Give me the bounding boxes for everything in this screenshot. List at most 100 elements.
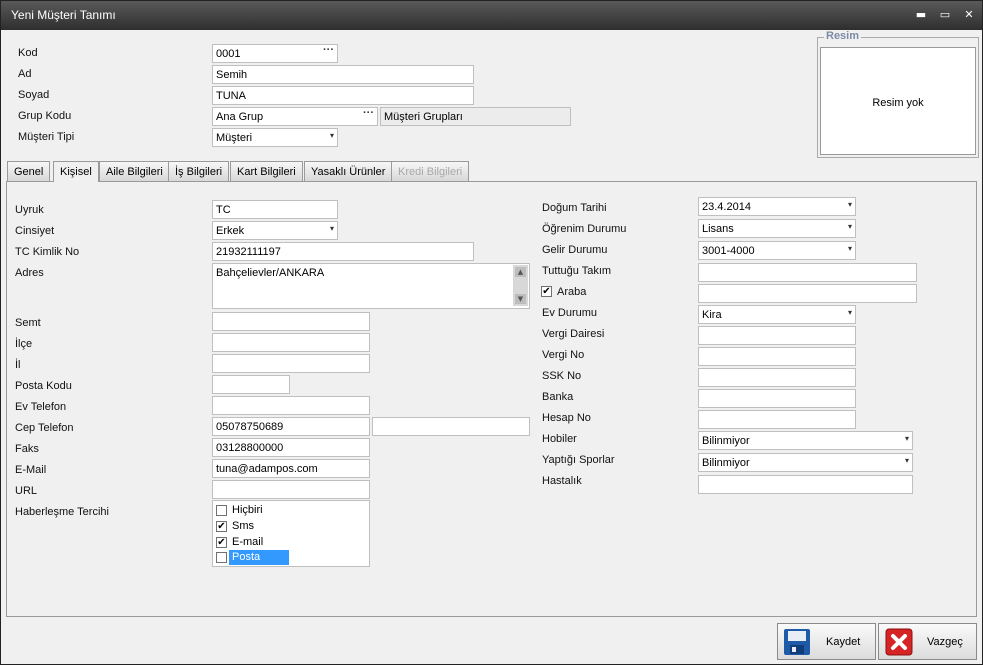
cinsiyet-label: Cinsiyet (15, 225, 55, 237)
faks-input[interactable]: 03128800000 (212, 438, 370, 457)
tab-is-bilgileri[interactable]: İş Bilgileri (168, 161, 230, 181)
sporlar-value: Bilinmiyor (702, 457, 750, 469)
ilce-input[interactable] (212, 333, 370, 352)
gelir-value: 3001-4000 (702, 245, 755, 257)
floppy-disk-icon (784, 629, 810, 655)
vergi-no-input[interactable] (698, 347, 856, 366)
ev-telefon-input[interactable] (212, 396, 370, 415)
il-label: İl (15, 359, 21, 371)
customer-window: Yeni Müşteri Tanımı ▬ ▭ ✕ Kod 0001 ··· A… (0, 0, 983, 665)
tab-kart-bilgileri[interactable]: Kart Bilgileri (230, 161, 303, 181)
url-label: URL (15, 485, 38, 497)
scroll-down-icon[interactable]: ▼ (515, 294, 526, 304)
vergi-dairesi-input[interactable] (698, 326, 856, 345)
chevron-down-icon: ▾ (329, 131, 334, 140)
chevron-down-icon: ▾ (329, 224, 334, 233)
dogum-tarihi-label: Doğum Tarihi (542, 202, 607, 214)
tab-kredi-bilgileri: Kredi Bilgileri (391, 161, 470, 181)
semt-input[interactable] (212, 312, 370, 331)
tab-yasakli-urunler[interactable]: Yasaklı Ürünler (304, 161, 393, 181)
cancel-button-label: Vazgeç (927, 636, 963, 648)
ogrenim-value: Lisans (702, 223, 734, 235)
ssk-label: SSK No (542, 370, 582, 382)
ev-durumu-select[interactable]: Kira ▾ (698, 305, 856, 324)
tab-genel[interactable]: Genel (7, 161, 51, 181)
email-input[interactable]: tuna@adampos.com (212, 459, 370, 478)
tc-kimlik-label: TC Kimlik No (15, 246, 80, 258)
faks-label: Faks (15, 443, 39, 455)
posta-label: Posta (229, 550, 289, 565)
semt-label: Semt (15, 317, 41, 329)
musteri-tipi-select[interactable]: Müşteri ▾ (212, 128, 338, 147)
banka-input[interactable] (698, 389, 856, 408)
email-label: E-Mail (15, 464, 47, 476)
adres-value: Bahçelievler/ANKARA (216, 267, 325, 279)
musteri-tipi-value: Müşteri (216, 132, 253, 144)
url-input[interactable] (212, 480, 370, 499)
sms-label: Sms (232, 520, 254, 532)
banka-label: Banka (542, 391, 574, 403)
kod-ellipsis-icon[interactable]: ··· (323, 45, 334, 56)
ev-telefon-label: Ev Telefon (15, 401, 67, 413)
ogrenim-label: Öğrenim Durumu (542, 223, 627, 235)
adres-scrollbar[interactable]: ▲ ▼ (513, 265, 528, 306)
tc-kimlik-input[interactable]: 21932111197 (212, 242, 474, 261)
gelir-label: Gelir Durumu (542, 244, 608, 256)
hicbiri-label: Hiçbiri (232, 504, 263, 516)
close-icon[interactable]: ✕ (961, 7, 977, 23)
minimize-icon[interactable]: ▬ (913, 7, 929, 23)
chevron-down-icon: ▾ (904, 456, 909, 465)
hicbiri-checkbox[interactable] (216, 505, 227, 516)
grup-kodu-label: Grup Kodu (18, 110, 72, 122)
chevron-down-icon: ▾ (847, 244, 852, 253)
hobiler-select[interactable]: Bilinmiyor ▾ (698, 431, 913, 450)
cinsiyet-value: Erkek (216, 225, 245, 237)
sporlar-select[interactable]: Bilinmiyor ▾ (698, 453, 913, 472)
email-checkbox[interactable]: ✔ (216, 537, 227, 548)
takim-input[interactable] (698, 263, 917, 282)
cep-telefon2-input[interactable] (372, 417, 530, 436)
tab-kisisel[interactable]: Kişisel (53, 161, 99, 182)
soyad-input[interactable]: TUNA (212, 86, 474, 105)
grup-kodu-input[interactable]: Ana Grup ··· (212, 107, 378, 126)
photo-box[interactable]: Resim yok (820, 47, 976, 155)
dogum-tarihi-value: 23.4.2014 (702, 201, 751, 213)
ad-label: Ad (18, 68, 32, 80)
gelir-select[interactable]: 3001-4000 ▾ (698, 241, 856, 260)
kod-input[interactable]: 0001 ··· (212, 44, 338, 63)
hastalik-input[interactable] (698, 475, 913, 494)
araba-checkbox[interactable]: ✔ (541, 286, 552, 297)
sms-checkbox[interactable]: ✔ (216, 521, 227, 532)
save-button-label: Kaydet (826, 636, 861, 648)
posta-kodu-label: Posta Kodu (15, 380, 72, 392)
hastalik-label: Hastalık (542, 475, 582, 487)
scroll-up-icon[interactable]: ▲ (515, 267, 526, 277)
ogrenim-select[interactable]: Lisans ▾ (698, 219, 856, 238)
adres-label: Adres (15, 267, 44, 279)
tab-aile-bilgileri[interactable]: Aile Bilgileri (99, 161, 170, 181)
chevron-down-icon: ▾ (904, 434, 909, 443)
il-input[interactable] (212, 354, 370, 373)
title-bar[interactable]: Yeni Müşteri Tanımı ▬ ▭ ✕ (1, 1, 982, 30)
araba-input[interactable] (698, 284, 917, 303)
uyruk-input[interactable]: TC (212, 200, 338, 219)
posta-checkbox[interactable] (216, 552, 227, 563)
araba-label: Araba (557, 286, 587, 298)
cep-telefon-input[interactable]: 05078750689 (212, 417, 370, 436)
cinsiyet-select[interactable]: Erkek ▾ (212, 221, 338, 240)
ssk-input[interactable] (698, 368, 856, 387)
dogum-tarihi-select[interactable]: 23.4.2014 ▾ (698, 197, 856, 216)
hesap-no-input[interactable] (698, 410, 856, 429)
adres-textarea[interactable]: Bahçelievler/ANKARA ▲ ▼ (212, 263, 530, 309)
chevron-down-icon: ▾ (847, 200, 852, 209)
photo-group-title: Resim (824, 30, 862, 42)
ad-input[interactable]: Semih (212, 65, 474, 84)
save-button[interactable]: Kaydet (777, 623, 876, 660)
cancel-button[interactable]: Vazgeç (878, 623, 977, 660)
maximize-icon[interactable]: ▭ (937, 7, 953, 23)
grup-kodu-ellipsis-icon[interactable]: ··· (363, 108, 374, 119)
posta-kodu-input[interactable] (212, 375, 290, 394)
cep-telefon-label: Cep Telefon (15, 422, 74, 434)
sporlar-label: Yaptığı Sporlar (542, 454, 615, 466)
hesap-no-label: Hesap No (542, 412, 591, 424)
